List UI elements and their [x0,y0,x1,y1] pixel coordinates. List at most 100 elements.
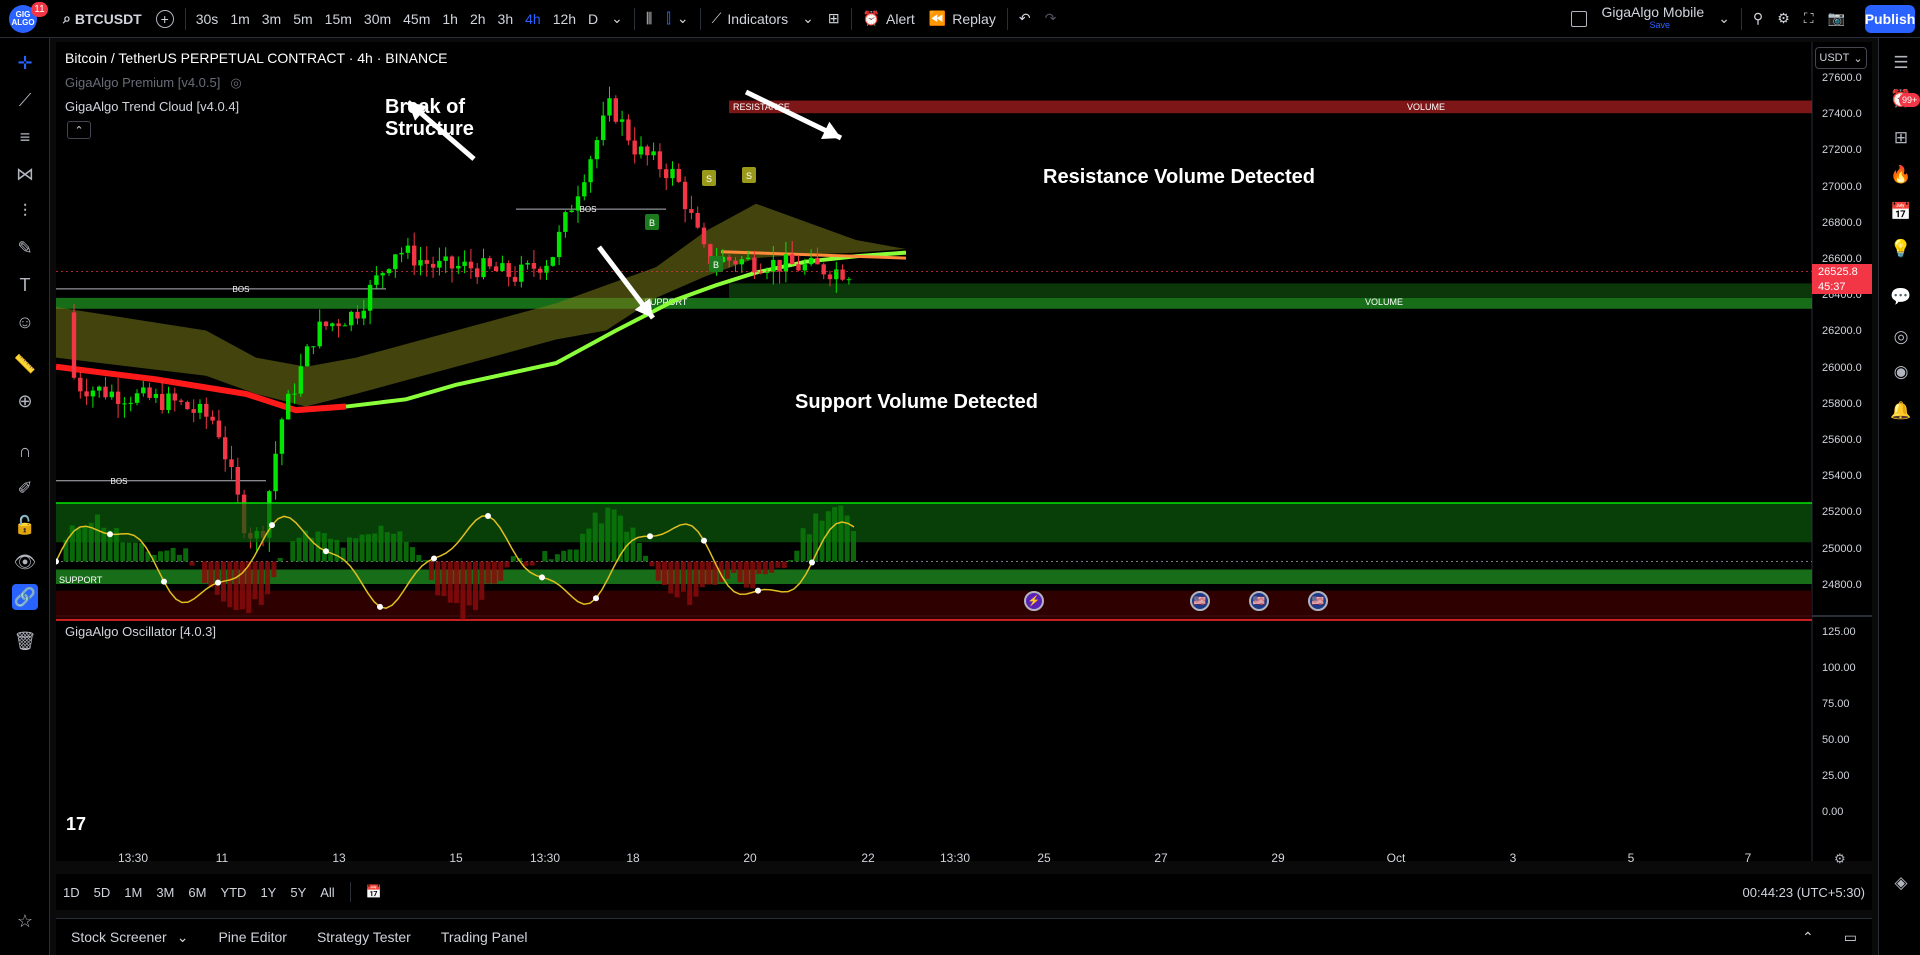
stay-drawing-tool[interactable]: ✐ [12,475,38,501]
alert-button[interactable]: ⏰ Alert [856,0,922,38]
range-ytd[interactable]: YTD [213,885,253,900]
timeframe-1m[interactable]: 1m [224,0,255,38]
quick-search-button[interactable]: ⚲ [1746,0,1770,38]
collapse-legend-button[interactable]: ⌃ [67,121,91,139]
tab-trading-panel[interactable]: Trading Panel [426,929,543,945]
timeframe-30s[interactable]: 30s [190,0,225,38]
timeframe-1h[interactable]: 1h [436,0,464,38]
pattern-tool[interactable]: ⋈ [12,161,38,187]
hide-tool[interactable]: 👁 [12,549,38,575]
currency-selector[interactable]: USDT ⌄ [1815,47,1867,69]
timeframe-3m[interactable]: 3m [256,0,287,38]
favorites-tool[interactable]: ☆ [12,908,38,934]
chats-button[interactable]: 💬 [1888,284,1914,310]
timeframe-30m[interactable]: 30m [358,0,397,38]
trendline-tool[interactable]: ⟋ [12,87,38,113]
time-label: 5 [1627,851,1635,865]
sync-drawings-tool[interactable]: 🔗 [12,584,38,610]
hotlist-button[interactable]: 🔥 [1888,162,1914,188]
clock[interactable]: 00:44:23 (UTC+5:30) [1736,885,1872,900]
watchlist-button[interactable]: ☰ [1888,50,1914,76]
calendar-button[interactable]: 📅 [1888,199,1914,225]
event-flash-icon[interactable]: ⚡ [1024,591,1044,611]
timeframe-dropdown[interactable]: ⌄ [604,0,630,38]
ideas-button[interactable]: 💡 [1888,236,1914,262]
timeframe-15m[interactable]: 15m [319,0,358,38]
range-1d[interactable]: 1D [56,885,87,900]
timeframe-5m[interactable]: 5m [287,0,318,38]
chart-pane[interactable]: RESISTANCE VOLUME SUPPORT VOLUME SUPPORT BOS B… [56,42,1872,861]
indicators-button[interactable]: ⟋ Indicators ⌄ [705,0,821,38]
oscillator-title[interactable]: GigaAlgo Oscillator [4.0.3] [65,624,216,639]
tab-pine-editor[interactable]: Pine Editor [203,929,301,945]
range-5y[interactable]: 5Y [283,885,313,900]
range-5d[interactable]: 5D [87,885,118,900]
range-1m[interactable]: 1M [117,885,149,900]
lines-icon: ≡ [19,126,31,147]
timeframe-4h[interactable]: 4h [519,0,547,38]
candle-style-button[interactable]: ⫿ ⌄ [659,0,695,38]
settings-button[interactable]: ⚙ [1770,0,1797,38]
go-to-date-button[interactable]: 📅 [359,884,389,900]
event-us-flag-icon[interactable]: 🇺🇸 [1249,591,1269,611]
redo-button[interactable]: ↷ [1038,0,1064,38]
prediction-tool[interactable]: ⫶ [12,198,38,224]
candle-body [103,386,108,398]
snapshot-button[interactable]: 📷 [1821,0,1852,38]
undo-button[interactable]: ↶ [1012,0,1038,38]
layout-menu[interactable]: GigaAlgo Mobile Save [1594,0,1711,38]
osc-histogram-bar [800,528,806,562]
tab-stock-screener[interactable]: Stock Screener ⌄ [56,929,203,946]
bar-style-button[interactable]: ⫼ [639,0,659,38]
layout-dropdown[interactable]: ⌄ [1711,0,1737,38]
time-settings-button[interactable]: ⚙ [1834,851,1846,867]
range-6m[interactable]: 6M [181,885,213,900]
timeframe-2h[interactable]: 2h [464,0,492,38]
fullscreen-button[interactable]: ⛶ [1797,0,1821,38]
osc-histogram-bar [510,556,516,562]
range-1y[interactable]: 1Y [253,885,283,900]
replay-button[interactable]: ⏪ Replay [922,0,1003,38]
zoom-tool[interactable]: ⊕ [12,388,38,414]
notifications-button[interactable]: 🔔 [1888,398,1914,424]
publish-button[interactable]: Publish [1865,5,1915,33]
eye-hidden-icon[interactable]: ◎ [230,75,241,90]
osc-histogram-bar [277,557,283,562]
streams-button[interactable]: ◎ [1888,324,1914,350]
candle-body [128,402,133,404]
lock-tool[interactable]: 🔓 [12,512,38,538]
crosshair-tool[interactable]: ✛ [12,50,38,76]
timeframe-12h[interactable]: 12h [547,0,582,38]
remove-tool[interactable]: 🗑 [12,628,38,654]
collapse-panel-button[interactable]: ⌃ [1787,929,1829,946]
measure-tool[interactable]: 📏 [12,351,38,377]
range-3m[interactable]: 3M [149,885,181,900]
layout-checkbox[interactable] [1564,0,1594,38]
tab-strategy-tester[interactable]: Strategy Tester [302,929,426,945]
object-tree-button[interactable]: ◈ [1888,870,1914,896]
osc-histogram-bar [674,561,680,598]
signals-button[interactable]: ◉ [1888,359,1914,385]
fib-tool[interactable]: ≡ [12,124,38,150]
time-label: 22 [861,851,875,865]
range-all[interactable]: All [313,885,341,900]
timeframe-45m[interactable]: 45m [397,0,436,38]
emoji-tool[interactable]: ☺ [12,309,38,335]
symbol-search[interactable]: ⌕ BTCUSDT [56,0,149,38]
data-window-button[interactable]: ⊞ [1888,125,1914,151]
osc-histogram-bar [491,561,497,584]
event-us-flag-icon[interactable]: 🇺🇸 [1190,591,1210,611]
indicator-legend-trend-cloud[interactable]: GigaAlgo Trend Cloud [v4.0.4] [65,99,239,114]
add-symbol-button[interactable]: + [149,0,181,38]
chart-canvas[interactable]: RESISTANCE VOLUMESUPPORT VOLUMESUPPORTBOSB… [56,42,1872,861]
currency-label: USDT [1819,52,1850,64]
timeframe-3h[interactable]: 3h [492,0,520,38]
magnet-tool[interactable]: ∩ [12,438,38,464]
event-us-flag-icon[interactable]: 🇺🇸 [1308,591,1328,611]
timeframe-d[interactable]: D [582,0,604,38]
brush-tool[interactable]: ✎ [12,235,38,261]
indicator-legend-premium[interactable]: GigaAlgo Premium [v4.0.5] ◎ [65,75,242,91]
text-tool[interactable]: T [12,272,38,298]
maximize-panel-button[interactable]: ▭ [1829,929,1872,946]
templates-button[interactable]: ⊞ [821,0,847,38]
